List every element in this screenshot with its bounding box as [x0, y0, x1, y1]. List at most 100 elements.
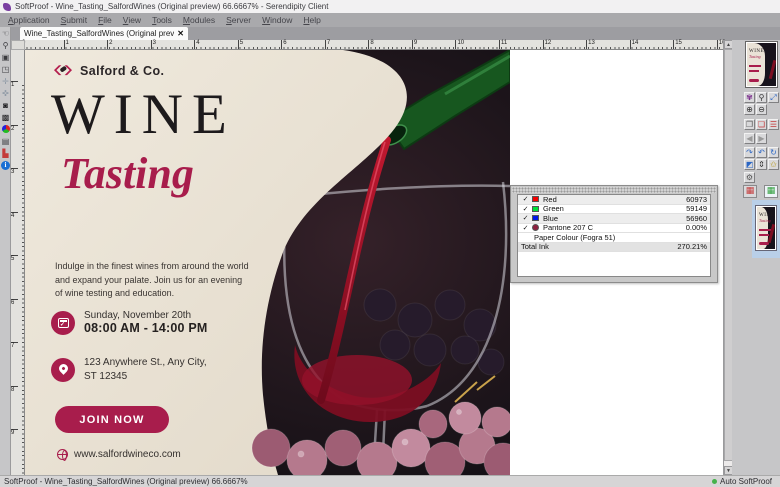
ruler-number: 3	[11, 168, 18, 212]
redo-button[interactable]: ↷	[744, 147, 755, 158]
magnifier-icon: ⚲	[759, 93, 765, 102]
tab-strip: Wine_Tasting_SalfordWines (Original prev…	[0, 27, 780, 40]
menu-item[interactable]: Help	[303, 15, 320, 25]
ruler-number: 1	[64, 40, 108, 49]
menu-item[interactable]: Tools	[152, 15, 172, 25]
fit-to-window-button[interactable]: ⤢	[768, 92, 779, 103]
info-icon: i	[1, 161, 10, 170]
previous-page-button[interactable]: ◀	[744, 133, 755, 144]
ink-value: 60973	[686, 195, 707, 204]
pages-tab[interactable]: ▦	[743, 185, 757, 198]
website-url: www.salfordwineco.com	[74, 449, 181, 460]
zoom-out-button[interactable]: ⊖	[756, 104, 767, 115]
ink-row-green[interactable]: ✓ Green 59149	[518, 205, 710, 215]
color-wheel-tool[interactable]	[0, 123, 11, 135]
navigator-thumbnail[interactable]: WINE Tasting	[745, 41, 778, 88]
ink-values-list: ✓ Red 60973 ✓ Green 59149 ✓ Blue 56960	[517, 194, 711, 277]
thumb-bar	[749, 70, 759, 72]
ruler-number: 10	[455, 40, 499, 49]
poster-subtitle: Tasting	[61, 152, 194, 196]
ink-value: 0.00%	[686, 223, 707, 232]
thumb-bar	[759, 229, 771, 231]
monitor-settings-button[interactable]: ⚙	[744, 172, 755, 183]
ink-row-pantone[interactable]: ✓ Pantone 207 C 0.00%	[518, 224, 710, 234]
annotation-list-button[interactable]: ☰	[768, 119, 779, 130]
resize-view-button[interactable]: ◩	[744, 159, 755, 170]
zoom-in-button[interactable]: ⊕	[744, 104, 755, 115]
ink-row-total-ink: Total Ink 270.21%	[518, 243, 710, 253]
next-page-button[interactable]: ▶	[756, 133, 767, 144]
zoom-rect-button[interactable]: ⚲	[756, 92, 767, 103]
menu-item[interactable]: Application	[8, 15, 50, 25]
menu-item[interactable]: View	[123, 15, 141, 25]
thumb-bar	[759, 234, 769, 236]
menu-item[interactable]: Modules	[183, 15, 215, 25]
ink-row-paper-colour[interactable]: Paper Colour (Fogra 51)	[518, 233, 710, 243]
application-window: SoftProof - Wine_Tasting_SalfordWines (O…	[0, 0, 780, 487]
menu-item[interactable]: Submit	[61, 15, 87, 25]
ink-visibility-checkbox[interactable]: ✓	[521, 205, 530, 213]
ink-visibility-checkbox[interactable]: ✓	[521, 195, 530, 203]
ink-values-panel[interactable]: ✓ Red 60973 ✓ Green 59149 ✓ Blue 56960	[510, 185, 718, 283]
info-tool[interactable]: i	[0, 159, 11, 171]
document-tab[interactable]: Wine_Tasting_SalfordWines (Original prev…	[20, 27, 188, 40]
window-title: SoftProof - Wine_Tasting_SalfordWines (O…	[15, 2, 328, 11]
densitometer-tool[interactable]: ◙	[0, 99, 11, 111]
thumb-wine	[768, 224, 775, 243]
thumb-wine	[769, 60, 776, 79]
color-view-icon: ✾	[746, 93, 753, 102]
ink-row-blue[interactable]: ✓ Blue 56960	[518, 214, 710, 224]
ink-row-red[interactable]: ✓ Red 60973	[518, 195, 710, 205]
tab-close-icon[interactable]: ✕	[177, 29, 184, 38]
horizontal-ruler: 012345678910111213141516	[11, 40, 723, 50]
left-toolbar: ☜ ⚲ ▣ ◳ ✛ ✜ ◙ ▩ ▤ ▙ i	[0, 27, 11, 475]
page-preview-button[interactable]: ❏	[756, 119, 767, 130]
ruler-number: 2	[11, 125, 18, 169]
next-icon: ▶	[758, 134, 764, 143]
pan-tool[interactable]: ☜	[0, 27, 11, 39]
new-view-button[interactable]: ✩	[768, 159, 779, 170]
menu-item[interactable]: Server	[226, 15, 251, 25]
menu-item[interactable]: File	[98, 15, 112, 25]
ink-name: Green	[543, 204, 686, 213]
zoom-in-icon: ⊕	[746, 105, 753, 114]
move-tool[interactable]: ✜	[0, 87, 11, 99]
corner-tool[interactable]: ◳	[0, 63, 11, 75]
zoom-tool[interactable]: ⚲	[0, 39, 11, 51]
poster-artwork: Salford & Co. WINE Tasting Indulge in th…	[25, 50, 510, 475]
website-row: www.salfordwineco.com	[57, 449, 181, 460]
poster-description: Indulge in the finest wines from around …	[55, 260, 251, 301]
undo-button[interactable]: ↶	[756, 147, 767, 158]
thumbnails-grid-icon: ▦	[767, 186, 776, 196]
ruler-number: 2	[107, 40, 151, 49]
ruler-number: 3	[151, 40, 195, 49]
menu-item[interactable]: Window	[262, 15, 292, 25]
event-time: 08:00 AM - 14:00 PM	[84, 321, 208, 335]
ruler-number: 7	[11, 342, 18, 386]
event-date-row: Sunday, November 20th 08:00 AM - 14:00 P…	[51, 310, 208, 335]
crop-marks-tool[interactable]: ✛	[0, 75, 11, 87]
ink-visibility-checkbox[interactable]: ✓	[521, 224, 530, 232]
mirror-button[interactable]: ⇕	[756, 159, 767, 170]
brand-name: Salford & Co.	[80, 64, 164, 78]
inspector-tool[interactable]: ▩	[0, 111, 11, 123]
softproof-view-button[interactable]: ✾	[744, 92, 755, 103]
panel-drag-handle[interactable]	[512, 187, 716, 193]
frame-tool[interactable]: ▣	[0, 51, 11, 63]
tile-views-button[interactable]: ❐	[744, 119, 755, 130]
ruler-number: 0	[20, 40, 64, 49]
pantone-swatch	[532, 224, 539, 231]
refresh-button[interactable]: ↻	[768, 147, 779, 158]
vertical-scrollbar[interactable]: ▲ ▼	[723, 40, 732, 475]
globe-icon	[57, 449, 68, 460]
event-date: Sunday, November 20th	[84, 310, 208, 321]
chart-tool[interactable]: ▙	[0, 147, 11, 159]
preview-canvas[interactable]: Salford & Co. WINE Tasting Indulge in th…	[25, 50, 723, 475]
ink-visibility-checkbox[interactable]: ✓	[521, 214, 530, 222]
ruler-number: 6	[281, 40, 325, 49]
book-tool[interactable]: ▤	[0, 135, 11, 147]
selected-page-thumbnail[interactable]: WINE Tasting	[755, 205, 777, 251]
thumbnails-tab[interactable]: ▦	[764, 185, 778, 198]
crop-marks-icon: ✛	[2, 77, 9, 86]
join-now-button[interactable]: JOIN NOW	[55, 406, 169, 433]
